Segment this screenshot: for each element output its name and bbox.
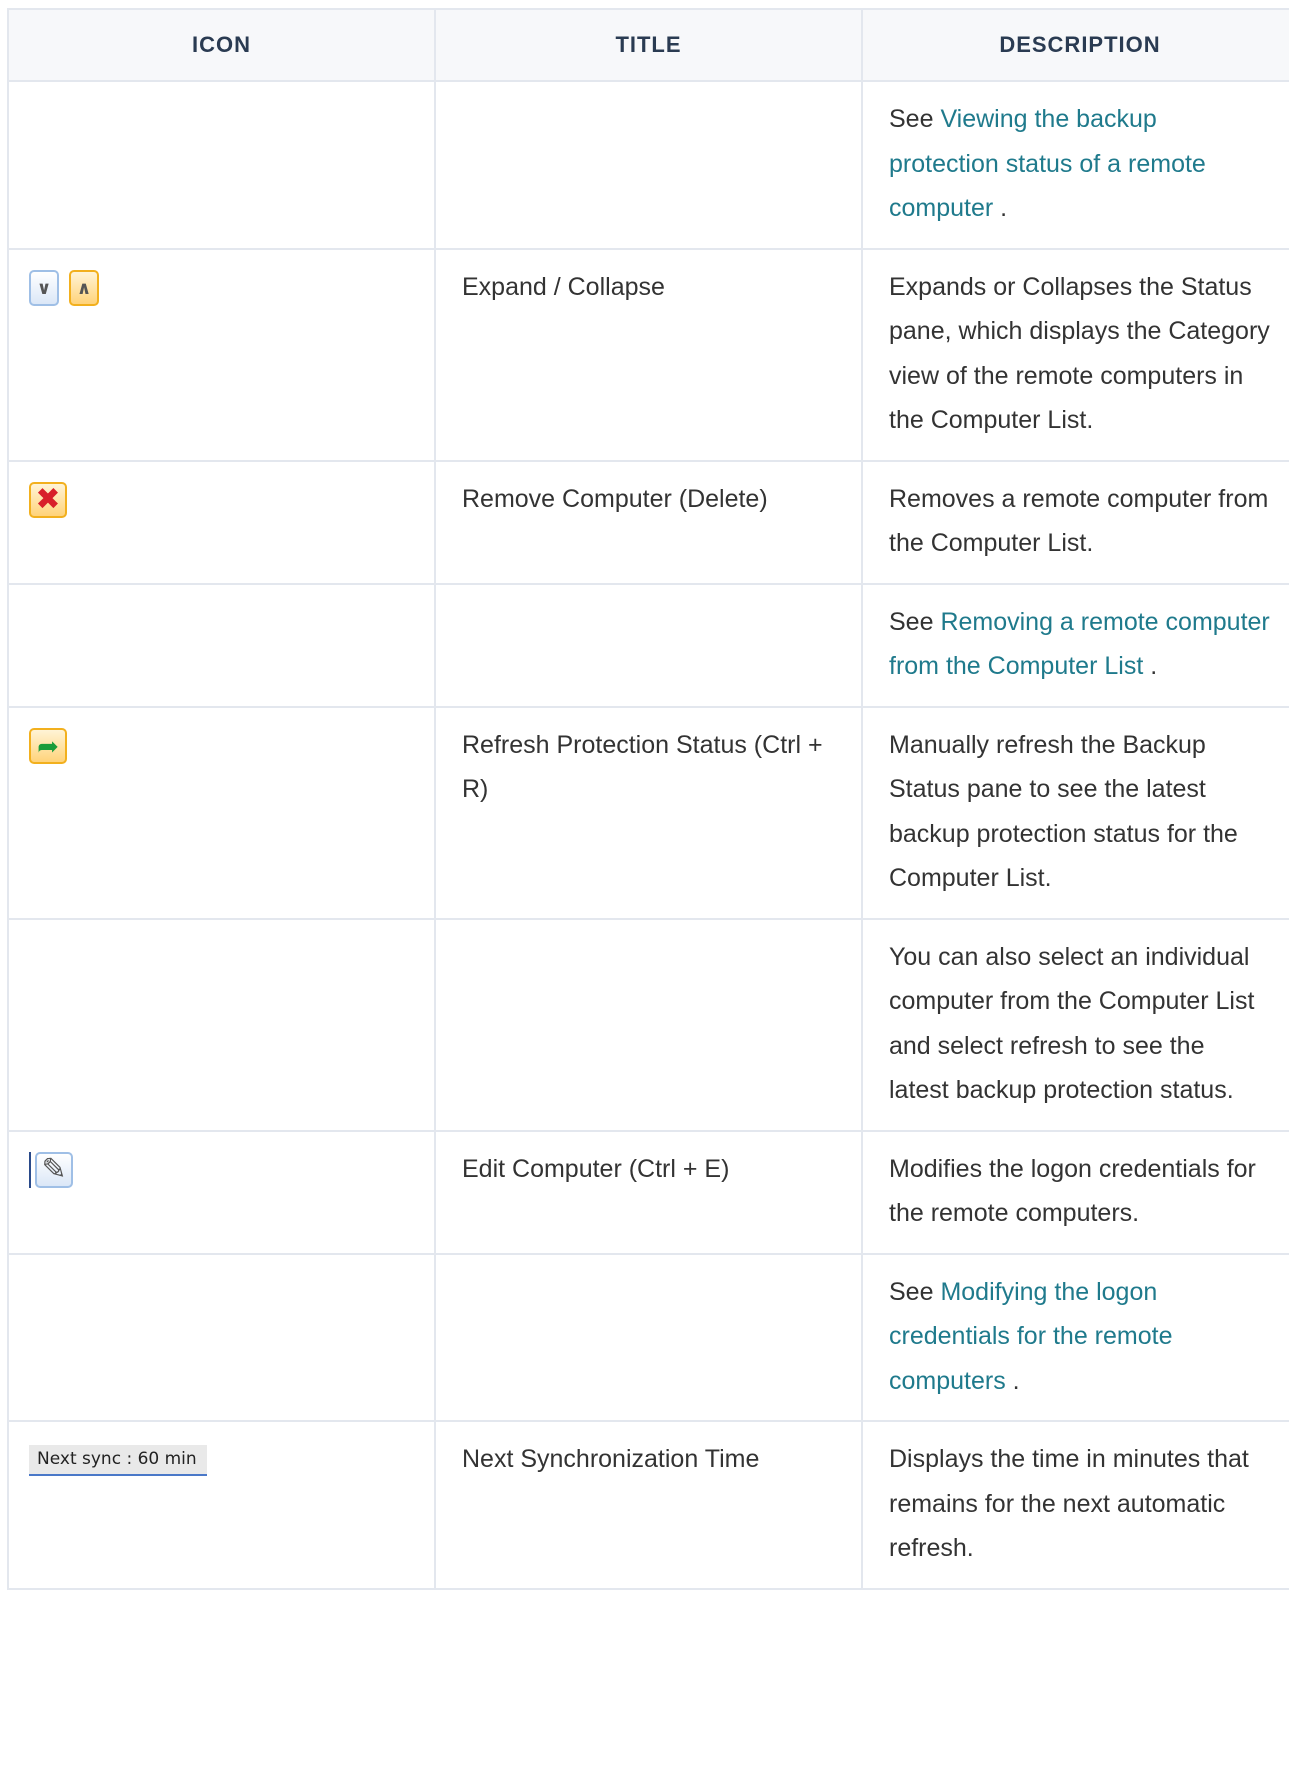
table-row: ∨ ∧ Expand / Collapse Expands or Collapse… xyxy=(7,247,1289,462)
table-row: ✎ Edit Computer (Ctrl + E) Modifies the … xyxy=(7,1129,1289,1255)
description-cell: You can also select an individual comput… xyxy=(861,917,1289,1132)
icon-cell xyxy=(7,80,436,250)
table-row: See Modifying the logon credentials for … xyxy=(7,1252,1289,1422)
table-row: ✖ Remove Computer (Delete) Removes a rem… xyxy=(7,459,1289,585)
description-suffix: . xyxy=(1143,652,1158,680)
table-row: See Removing a remote computer from the … xyxy=(7,582,1289,708)
icon-cell xyxy=(7,1252,436,1422)
title-cell: Expand / Collapse xyxy=(434,247,863,462)
description-cell: Modifies the logon credentials for the r… xyxy=(861,1129,1289,1255)
icon-reference-table-container: ICON TITLE DESCRIPTION See Viewing the b… xyxy=(7,8,1289,1590)
icon-cell xyxy=(7,582,436,708)
icon-cell: ∨ ∧ xyxy=(7,247,436,462)
column-header-title: TITLE xyxy=(434,8,863,82)
title-cell xyxy=(434,917,863,1132)
description-prefix: See xyxy=(889,105,941,133)
description-cell: Expands or Collapses the Status pane, wh… xyxy=(861,247,1289,462)
description-prefix: See xyxy=(889,1277,941,1306)
description-suffix: . xyxy=(993,194,1008,222)
collapse-icon: ∧ xyxy=(69,269,99,306)
description-cell: Removes a remote computer from the Compu… xyxy=(861,459,1289,585)
next-sync-indicator: Next sync : 60 min xyxy=(29,1445,207,1476)
icon-reference-table: ICON TITLE DESCRIPTION See Viewing the b… xyxy=(7,8,1289,1590)
title-cell: Next Synchronization Time xyxy=(434,1420,863,1590)
description-prefix: See xyxy=(889,607,941,636)
title-cell xyxy=(434,582,863,708)
pencil-icon: ✎ xyxy=(35,1151,73,1188)
column-header-icon: ICON xyxy=(7,8,436,82)
column-header-description: DESCRIPTION xyxy=(861,8,1289,82)
description-cell: Displays the time in minutes that remain… xyxy=(861,1420,1289,1590)
icon-cell: ✖ xyxy=(7,459,436,585)
icon-cell: ➦ xyxy=(7,705,436,920)
title-cell xyxy=(434,80,863,250)
description-cell: Manually refresh the Backup Status pane … xyxy=(861,705,1289,920)
table-row: See Viewing the backup protection status… xyxy=(7,80,1289,250)
table-row: ➦ Refresh Protection Status (Ctrl + R) M… xyxy=(7,705,1289,920)
title-cell: Refresh Protection Status (Ctrl + R) xyxy=(434,705,863,920)
description-cell: See Modifying the logon credentials for … xyxy=(861,1252,1289,1422)
icon-cell: Next sync : 60 min xyxy=(7,1420,436,1590)
description-cell: See Viewing the backup protection status… xyxy=(861,80,1289,250)
icon-cell: ✎ xyxy=(7,1129,436,1255)
expand-icon: ∨ xyxy=(29,269,59,306)
table-header-row: ICON TITLE DESCRIPTION xyxy=(7,8,1289,82)
remove-computer-icon: ✖ xyxy=(29,481,67,518)
table-row: You can also select an individual comput… xyxy=(7,917,1289,1132)
refresh-icon: ➦ xyxy=(29,727,67,764)
title-cell: Remove Computer (Delete) xyxy=(434,459,863,585)
description-suffix: . xyxy=(1005,1366,1020,1395)
edit-computer-icon-wrapper: ✎ xyxy=(29,1151,83,1188)
title-cell xyxy=(434,1252,863,1422)
icon-cell xyxy=(7,917,436,1132)
table-row: Next sync : 60 min Next Synchronization … xyxy=(7,1420,1289,1590)
removing-remote-computer-link[interactable]: Removing a remote computer from the Comp… xyxy=(889,608,1270,681)
description-cell: See Removing a remote computer from the … xyxy=(861,582,1289,708)
title-cell: Edit Computer (Ctrl + E) xyxy=(434,1129,863,1255)
